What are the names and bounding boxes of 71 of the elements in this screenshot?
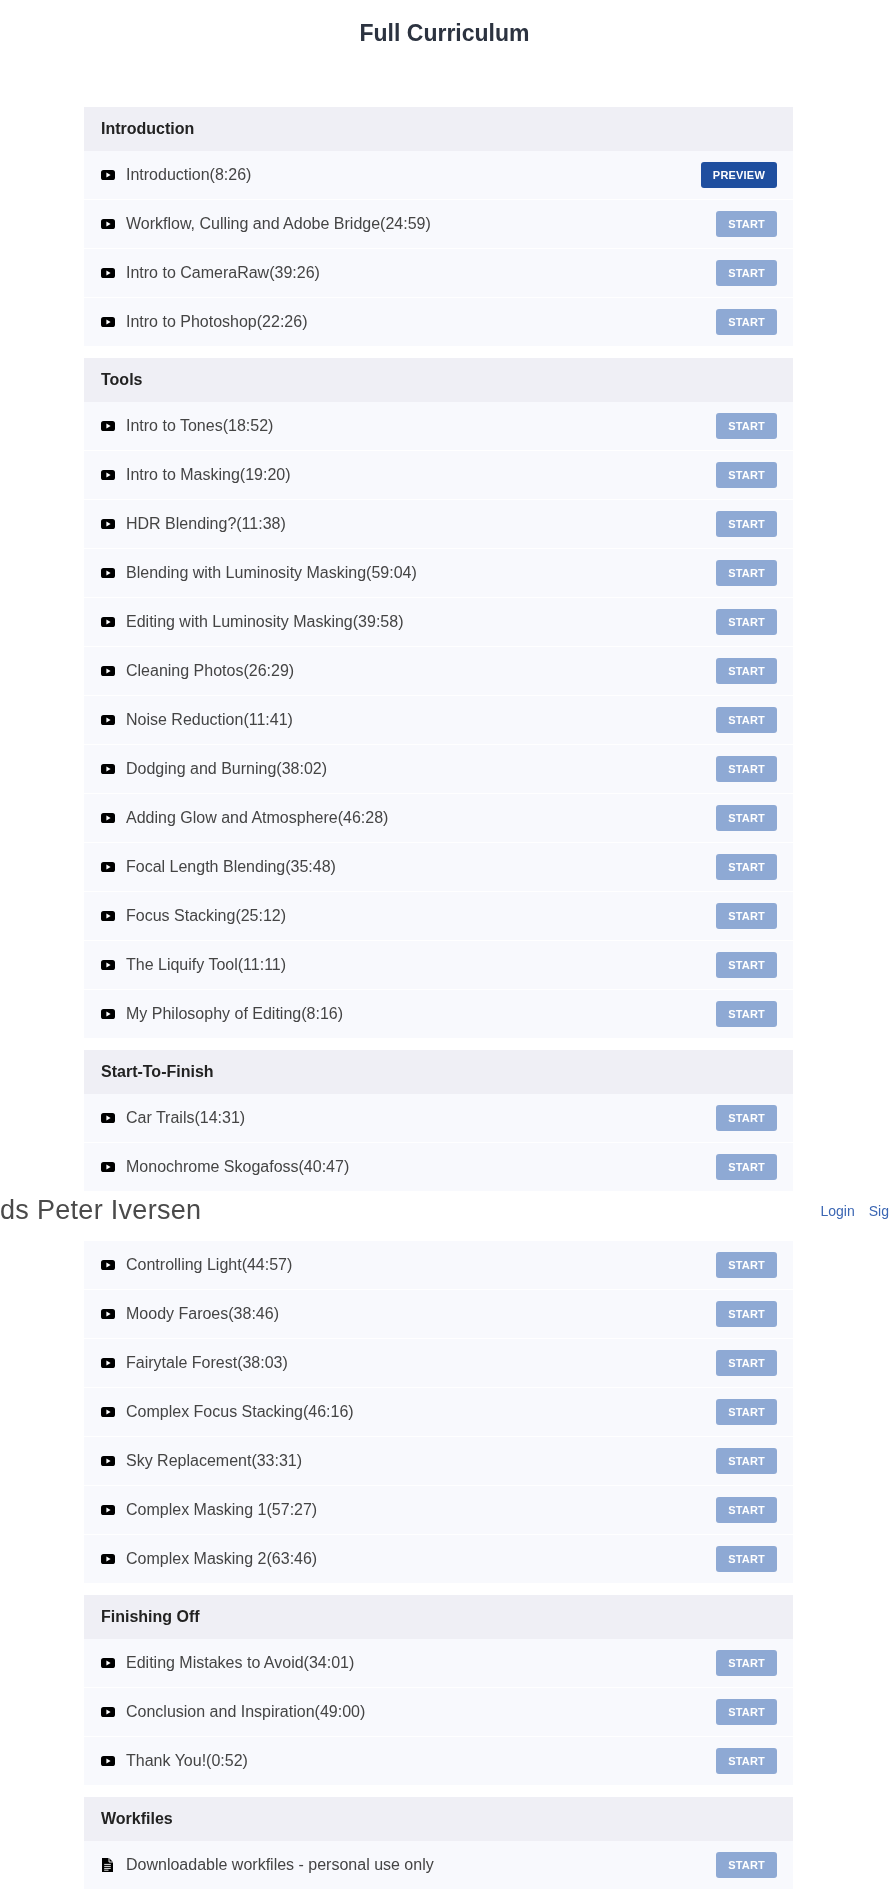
video-play-icon [101, 1113, 115, 1123]
lecture-title: Workflow, Culling and Adobe Bridge(24:59) [126, 215, 431, 233]
video-play-icon [101, 568, 115, 578]
lecture-title: Focus Stacking(25:12) [126, 907, 287, 925]
video-play-icon [101, 1358, 115, 1368]
video-play-icon [101, 1554, 115, 1564]
video-play-icon [101, 1162, 115, 1172]
lecture-title: My Philosophy of Editing(8:16) [126, 1005, 343, 1023]
lecture-title: Complex Focus Stacking(46:16) [126, 1403, 354, 1421]
lecture-title: Thank You!(0:52) [126, 1752, 248, 1770]
video-play-icon [101, 1658, 115, 1668]
video-play-icon [101, 470, 115, 480]
lecture-title: Editing Mistakes to Avoid(34:01) [126, 1654, 355, 1672]
lecture-title: Car Trails(14:31) [126, 1109, 246, 1127]
lecture-title: Dodging and Burning(38:02) [126, 760, 328, 778]
video-play-icon [101, 219, 115, 229]
lecture-title: Sky Replacement(33:31) [126, 1452, 303, 1470]
lecture-title: Controlling Light(44:57) [126, 1256, 293, 1274]
video-play-icon [101, 813, 115, 823]
lecture-title: Noise Reduction(11:41) [126, 711, 293, 729]
brand-name[interactable]: ds Peter Iversen [0, 1191, 202, 1227]
section-header: Introduction [84, 107, 793, 151]
lecture-title: Conclusion and Inspiration(49:00) [126, 1703, 366, 1721]
video-play-icon [101, 960, 115, 970]
video-play-icon [101, 519, 115, 529]
video-play-icon [101, 268, 115, 278]
video-play-icon [101, 715, 115, 725]
section-header: Tools [84, 358, 793, 402]
video-play-icon [101, 617, 115, 627]
video-play-icon [101, 421, 115, 431]
lecture-title: Introduction(8:26) [126, 166, 252, 184]
nav-link[interactable]: Sig [868, 1201, 889, 1221]
video-play-icon [101, 1707, 115, 1717]
lecture-title: Editing with Luminosity Masking(39:58) [126, 613, 404, 631]
video-play-icon [101, 1009, 115, 1019]
video-play-icon [101, 1756, 115, 1766]
lecture-title: Fairytale Forest(38:03) [126, 1354, 288, 1372]
section-header: Finishing Off [84, 1595, 793, 1639]
video-play-icon [101, 1505, 115, 1515]
lecture-title: Moody Faroes(38:46) [126, 1305, 279, 1323]
video-play-icon [101, 911, 115, 921]
lecture-title: Focal Length Blending(35:48) [126, 858, 336, 876]
lecture-title: Intro to Masking(19:20) [126, 466, 291, 484]
video-play-icon [101, 317, 115, 327]
video-play-icon [101, 862, 115, 872]
video-play-icon [101, 170, 115, 180]
document-icon [102, 1858, 113, 1872]
lecture-title: Adding Glow and Atmosphere(46:28) [126, 809, 389, 827]
video-play-icon [101, 1260, 115, 1270]
video-play-icon [101, 1407, 115, 1417]
page-title: Full Curriculum [359, 19, 530, 46]
lecture-title: Intro to Tones(18:52) [126, 417, 274, 435]
video-play-icon [101, 764, 115, 774]
lecture-button[interactable]: PREVIEW [700, 162, 777, 188]
lecture-title: HDR Blending?(11:38) [126, 515, 286, 533]
video-play-icon [101, 1309, 115, 1319]
lecture-title: Complex Masking 2(63:46) [126, 1550, 318, 1568]
nav-link[interactable]: Login [820, 1201, 855, 1221]
lecture-title: Intro to CameraRaw(39:26) [126, 264, 320, 282]
lecture-title: The Liquify Tool(11:11) [126, 956, 287, 974]
section-header: Start-To-Finish [84, 1050, 793, 1094]
section-header: Workfiles [84, 1797, 793, 1841]
lecture-title: Cleaning Photos(26:29) [126, 662, 295, 680]
lecture-title: Monochrome Skogafoss(40:47) [126, 1158, 350, 1176]
lecture-row[interactable]: Introduction(8:26) PREVIEW [84, 151, 793, 199]
lecture-title: Intro to Photoshop(22:26) [126, 313, 308, 331]
lecture-title: Blending with Luminosity Masking(59:04) [126, 564, 417, 582]
lecture-title: Downloadable workfiles - personal use only [126, 1856, 434, 1874]
video-play-icon [101, 666, 115, 676]
video-play-icon [101, 1456, 115, 1466]
lecture-title: Complex Masking 1(57:27) [126, 1501, 318, 1519]
